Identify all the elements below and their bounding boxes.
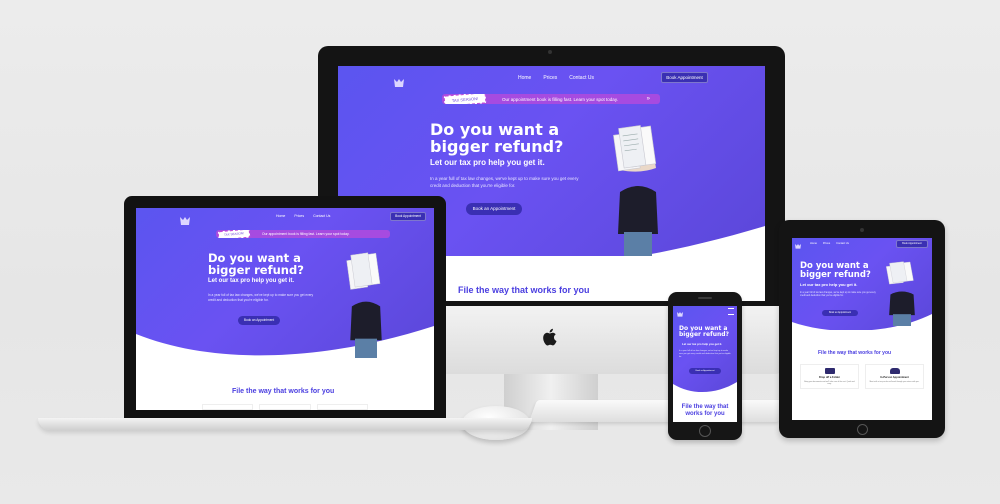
nav-prices[interactable]: Prices [543, 75, 557, 81]
card-in-person[interactable]: In-Person Appointment Meet with a tax pr… [865, 364, 924, 389]
logo-icon [677, 309, 683, 317]
hero-body: In a year full of tax law changes, we've… [679, 350, 731, 358]
hero-subheadline: Let our tax pro help you get it. [430, 158, 545, 167]
hero-person-image [344, 250, 388, 358]
card-drop-off[interactable]: Drop off a Folder Bring your documents a… [800, 364, 859, 389]
hero-person-image [884, 260, 920, 326]
nav-prices[interactable]: Prices [823, 242, 830, 245]
book-appointment-button[interactable]: Book Appointment [896, 240, 928, 248]
headline-line-2: bigger refund? [430, 136, 564, 156]
hero-person-image [610, 122, 666, 256]
tablet-home-button[interactable] [857, 424, 868, 435]
hero-cta-button[interactable]: Book an Appointment [466, 203, 522, 215]
phone-home-button[interactable] [699, 425, 711, 437]
card-row [202, 404, 368, 410]
hero-subheadline: Let our tax pro help you get it. [682, 342, 723, 346]
tablet-card-row: Drop off a Folder Bring your documents a… [800, 364, 924, 389]
logo-icon [795, 241, 801, 249]
section-title: File the way that works for you [681, 404, 729, 417]
chevron-right-icon: » [646, 96, 650, 102]
phone-screen: Do you want a bigger refund? Let our tax… [673, 306, 737, 422]
laptop-screen: Home Prices Contact Us Book Appointment … [136, 208, 434, 410]
desktop-camera [548, 50, 552, 54]
hero-headline: Do you want a bigger refund? [679, 325, 730, 339]
banner-text: Our appointment book is filling fast. Le… [502, 96, 618, 102]
card-title: Drop off a Folder [819, 376, 840, 379]
tablet-nav: Home Prices Contact Us [810, 242, 849, 245]
people-icon [889, 368, 900, 374]
menu-icon[interactable] [728, 308, 734, 315]
hero-cta-button[interactable]: Book an Appointment [822, 310, 858, 316]
promo-banner[interactable]: TAX SEASON! Our appointment book is fill… [216, 230, 390, 238]
nav-prices[interactable]: Prices [294, 214, 304, 218]
keyboard [528, 400, 788, 422]
laptop-nav: Home Prices Contact Us [276, 214, 330, 218]
tablet-device: Home Prices Contact Us Book Appointment … [779, 220, 945, 438]
card[interactable] [202, 404, 254, 410]
promo-banner[interactable]: TAX SEASON! Our appointment book is fill… [442, 94, 660, 104]
nav-home[interactable]: Home [810, 242, 817, 245]
tablet-screen: Home Prices Contact Us Book Appointment … [792, 238, 932, 420]
section-title: File the way that works for you [232, 388, 335, 395]
hero-body: In a year full of tax law changes, we've… [208, 293, 314, 302]
banner-text: Our appointment book is filling fast. Le… [262, 232, 350, 236]
logo-icon [180, 212, 190, 225]
book-appointment-button[interactable]: Book Appointment [661, 72, 708, 83]
nav-contact[interactable]: Contact Us [836, 242, 849, 245]
card[interactable] [316, 404, 368, 410]
laptop-base [38, 418, 532, 430]
phone-hero-wave [673, 382, 737, 398]
card-text: Meet with a tax pro who will work throug… [869, 381, 920, 383]
card[interactable] [259, 404, 311, 410]
hero-cta-button[interactable]: Book an Appointment [238, 316, 280, 325]
card-text: Bring your documents and we'll take care… [804, 381, 855, 385]
nav-contact[interactable]: Contact Us [569, 75, 594, 81]
phone-device: Do you want a bigger refund? Let our tax… [668, 292, 742, 440]
hero-headline: Do you want a bigger refund? [800, 262, 871, 280]
tax-season-stamp: TAX SEASON! [443, 94, 487, 104]
nav-home[interactable]: Home [276, 214, 285, 218]
card-title: In-Person Appointment [880, 376, 909, 379]
hero-headline: Do you want a bigger refund? [208, 252, 304, 276]
logo-icon [394, 74, 404, 87]
hero-subheadline: Let our tax pro help you get it. [800, 282, 858, 287]
section-title: File the way that works for you [458, 285, 590, 295]
nav-contact[interactable]: Contact Us [313, 214, 330, 218]
tax-season-stamp: TAX SEASON! [217, 230, 251, 238]
hero-body: In a year full of tax law changes, we've… [800, 292, 876, 298]
desktop-nav: Home Prices Contact Us [518, 75, 594, 81]
headline-line-2: bigger refund? [679, 331, 730, 339]
folder-icon [824, 368, 835, 374]
hero-subheadline: Let our tax pro help you get it. [208, 278, 295, 284]
laptop-device: Home Prices Contact Us Book Appointment … [38, 196, 532, 436]
headline-line-2: bigger refund? [208, 263, 304, 278]
laptop-hero-wave [136, 326, 434, 376]
section-title: File the way that works for you [818, 350, 892, 356]
apple-logo-icon [541, 327, 559, 347]
hero-headline: Do you want a bigger refund? [430, 121, 564, 156]
nav-home[interactable]: Home [518, 75, 531, 81]
headline-line-2: bigger refund? [800, 269, 871, 280]
hero-body: In a year full of tax law changes, we've… [430, 176, 579, 188]
tablet-camera [860, 228, 864, 232]
book-appointment-button[interactable]: Book Appointment [390, 212, 426, 221]
hero-cta-button[interactable]: Book an Appointment [689, 368, 721, 374]
phone-speaker [698, 297, 712, 299]
